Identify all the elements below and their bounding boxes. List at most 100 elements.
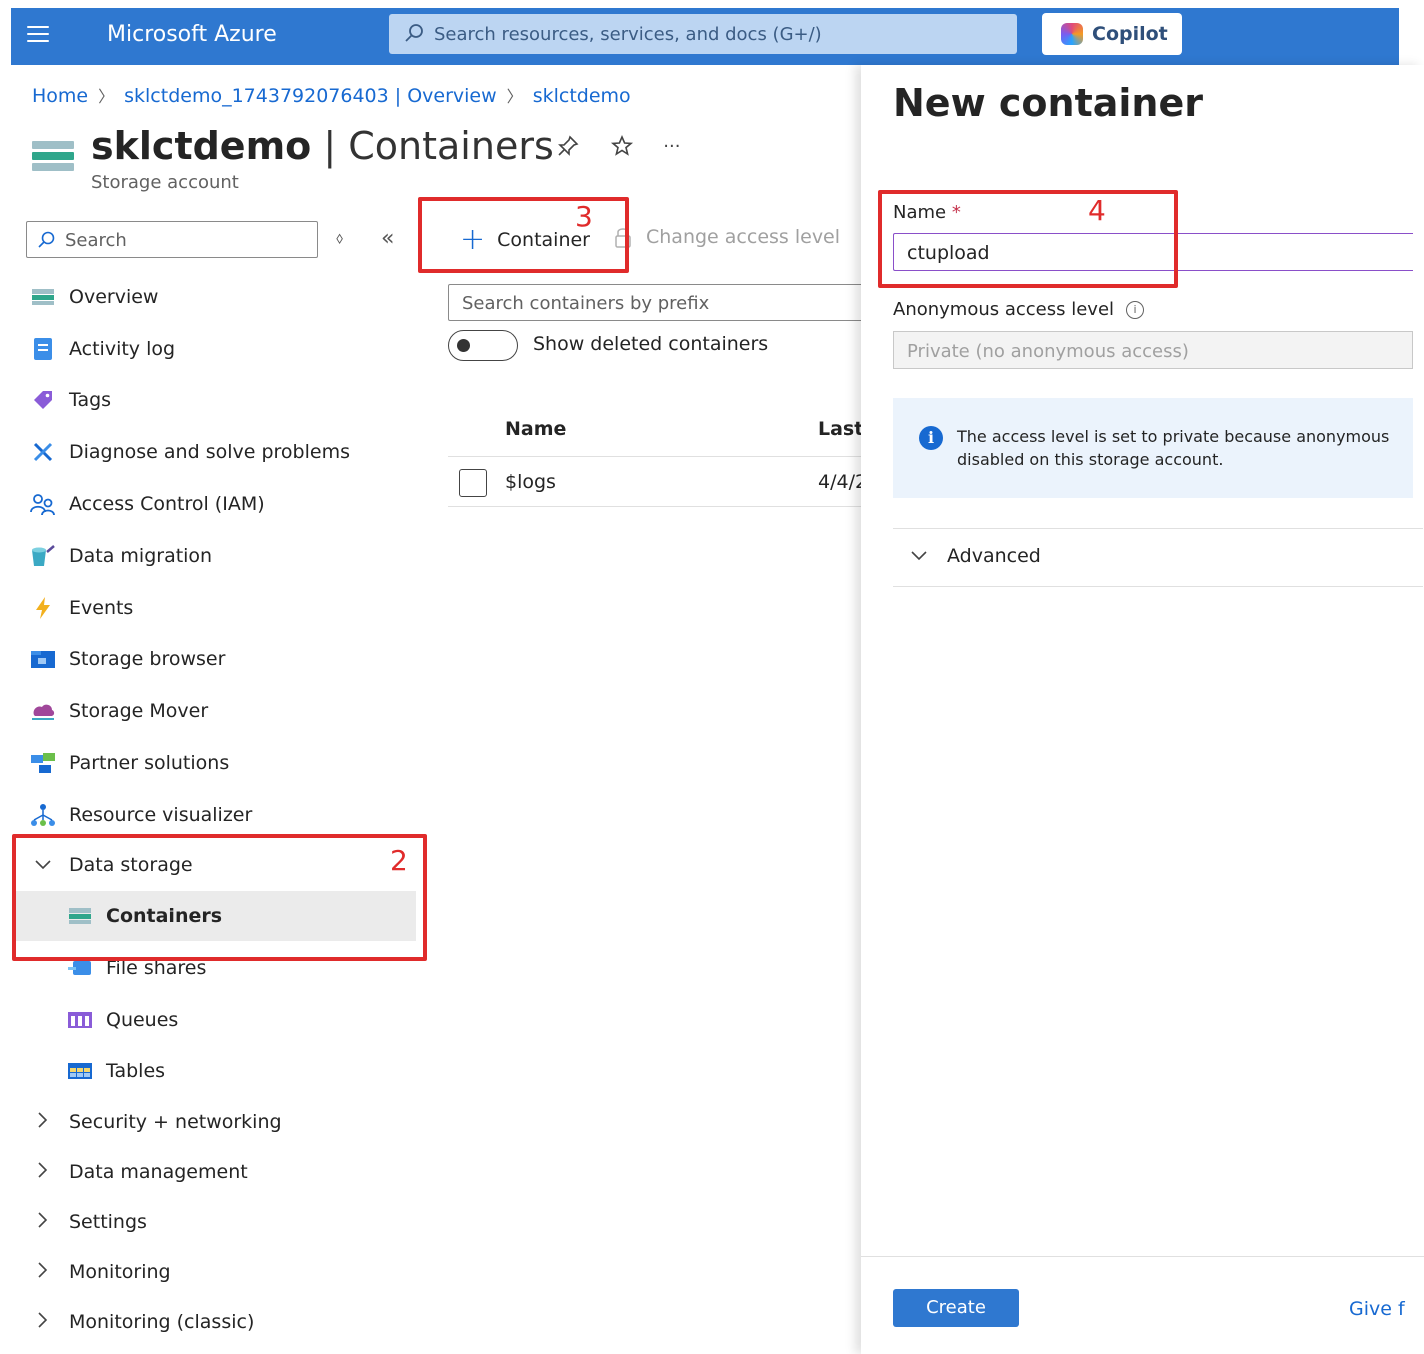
advanced-label: Advanced xyxy=(947,545,1041,567)
brand-title[interactable]: Microsoft Azure xyxy=(107,22,277,47)
nav-item-label: Tags xyxy=(69,389,112,411)
nav-item-tags[interactable]: Tags xyxy=(30,385,111,415)
divider xyxy=(448,456,878,457)
lightning-icon xyxy=(30,595,56,621)
expand-collapse-icon[interactable]: ⬨ xyxy=(336,228,343,248)
queues-icon xyxy=(67,1007,93,1033)
storage-browser-icon xyxy=(30,646,56,672)
show-deleted-toggle[interactable] xyxy=(448,330,518,361)
change-access-level-button[interactable]: Change access level xyxy=(614,226,840,248)
global-search-placeholder: Search resources, services, and docs (G+… xyxy=(434,24,822,45)
column-header-last[interactable]: Last xyxy=(818,418,863,440)
chevron-right-icon: 〉 xyxy=(506,87,523,106)
resource-name: sklctdemo xyxy=(91,124,312,168)
top-bar: Microsoft Azure Search resources, servic… xyxy=(11,8,1399,65)
divider xyxy=(893,528,1423,529)
nav-group-label: Monitoring xyxy=(69,1261,171,1283)
row-checkbox[interactable] xyxy=(459,469,487,497)
partner-icon xyxy=(30,750,56,776)
show-deleted-label: Show deleted containers xyxy=(533,333,769,355)
copilot-label: Copilot xyxy=(1092,23,1168,45)
collapse-nav-icon[interactable]: « xyxy=(381,226,394,251)
info-filled-icon: i xyxy=(919,426,943,450)
nav-item-data-migration[interactable]: Data migration xyxy=(30,541,212,571)
nav-item-resource-visualizer[interactable]: Resource visualizer xyxy=(30,800,252,830)
chevron-down-icon xyxy=(911,551,927,561)
nav-item-label: Overview xyxy=(69,286,159,308)
nav-group-settings[interactable]: Settings xyxy=(30,1207,147,1237)
page-name: | Containers xyxy=(323,124,554,168)
resource-type: Storage account xyxy=(91,172,239,193)
copilot-button[interactable]: Copilot xyxy=(1042,13,1182,55)
page-title: sklctdemo | Containers xyxy=(91,124,554,168)
nav-item-tables[interactable]: Tables xyxy=(67,1056,165,1086)
nav-group-label: Security + networking xyxy=(69,1111,282,1133)
nav-item-label: Events xyxy=(69,597,134,619)
divider xyxy=(448,506,878,507)
nav-group-security-networking[interactable]: Security + networking xyxy=(30,1107,282,1137)
nav-item-label: Data migration xyxy=(69,545,213,567)
nav-item-iam[interactable]: Access Control (IAM) xyxy=(30,489,265,519)
anonymous-access-select: Private (no anonymous access) xyxy=(893,331,1413,369)
nav-item-label: Storage browser xyxy=(69,648,226,670)
nav-group-data-management[interactable]: Data management xyxy=(30,1157,248,1187)
info-message-line: disabled on this storage account. xyxy=(957,450,1224,469)
annotation-number-step2: 2 xyxy=(390,844,408,877)
nav-item-label: Tables xyxy=(106,1060,166,1082)
nav-item-storage-browser[interactable]: Storage browser xyxy=(30,644,225,674)
nav-item-queues[interactable]: Queues xyxy=(67,1005,178,1035)
nav-item-overview[interactable]: Overview xyxy=(30,282,158,312)
nav-item-label: Queues xyxy=(106,1009,179,1031)
breadcrumb-home[interactable]: Home xyxy=(32,85,88,107)
nav-group-label: Data management xyxy=(69,1161,248,1183)
global-search-input[interactable]: Search resources, services, and docs (G+… xyxy=(389,14,1017,54)
nav-item-label: Resource visualizer xyxy=(69,804,253,826)
overview-icon xyxy=(30,284,56,310)
nav-search-placeholder: Search xyxy=(65,230,127,251)
nav-group-monitoring-classic[interactable]: Monitoring (classic) xyxy=(30,1307,254,1337)
chevron-right-icon xyxy=(30,1261,56,1284)
divider xyxy=(861,1256,1424,1257)
give-feedback-link[interactable]: Give f xyxy=(1349,1298,1405,1320)
breadcrumb-overview[interactable]: sklctdemo_1743792076403 | Overview xyxy=(124,85,497,107)
info-message-text: The access level is set to private becau… xyxy=(957,425,1417,471)
hamburger-menu-icon[interactable] xyxy=(27,26,49,44)
annotation-box-step2 xyxy=(12,834,427,961)
annotation-number-step4: 4 xyxy=(1088,194,1106,227)
nav-item-label: Partner solutions xyxy=(69,752,230,774)
column-header-name[interactable]: Name xyxy=(505,418,566,440)
nav-item-label: Activity log xyxy=(69,338,176,360)
advanced-section-toggle[interactable]: Advanced xyxy=(909,545,1041,567)
nav-item-diagnose[interactable]: Diagnose and solve problems xyxy=(30,437,350,467)
anonymous-access-label-text: Anonymous access level xyxy=(893,299,1115,320)
nav-search-input[interactable]: Search xyxy=(26,221,318,258)
activity-log-icon xyxy=(30,336,56,362)
nav-group-label: Settings xyxy=(69,1211,147,1233)
nav-item-storage-mover[interactable]: Storage Mover xyxy=(30,696,208,726)
nav-item-activity-log[interactable]: Activity log xyxy=(30,334,175,364)
create-button[interactable]: Create xyxy=(893,1289,1019,1327)
table-row-last-modified: 4/4/2 xyxy=(818,471,868,493)
chevron-right-icon xyxy=(30,1211,56,1234)
favorite-star-icon[interactable] xyxy=(610,134,634,164)
anonymous-access-value: Private (no anonymous access) xyxy=(907,341,1189,362)
info-message-line: The access level is set to private becau… xyxy=(957,427,1390,446)
container-search-placeholder: Search containers by prefix xyxy=(462,293,710,314)
info-message-box: i The access level is set to private bec… xyxy=(893,398,1413,498)
copilot-icon xyxy=(1061,23,1083,45)
search-icon xyxy=(405,24,423,42)
pin-icon[interactable] xyxy=(556,134,580,164)
data-migration-icon xyxy=(30,543,56,569)
nav-item-label: Diagnose and solve problems xyxy=(69,441,350,463)
table-row-name[interactable]: $logs xyxy=(505,471,556,493)
nav-item-label: Access Control (IAM) xyxy=(69,493,265,515)
info-icon[interactable]: i xyxy=(1126,300,1145,319)
nav-item-partner-solutions[interactable]: Partner solutions xyxy=(30,748,229,778)
nav-item-events[interactable]: Events xyxy=(30,593,133,623)
breadcrumb-resource[interactable]: sklctdemo xyxy=(533,85,631,107)
chevron-right-icon xyxy=(30,1161,56,1184)
container-search-input[interactable]: Search containers by prefix xyxy=(448,284,878,321)
more-options-icon[interactable]: ··· xyxy=(663,136,680,157)
divider xyxy=(893,586,1423,587)
nav-group-monitoring[interactable]: Monitoring xyxy=(30,1257,171,1287)
